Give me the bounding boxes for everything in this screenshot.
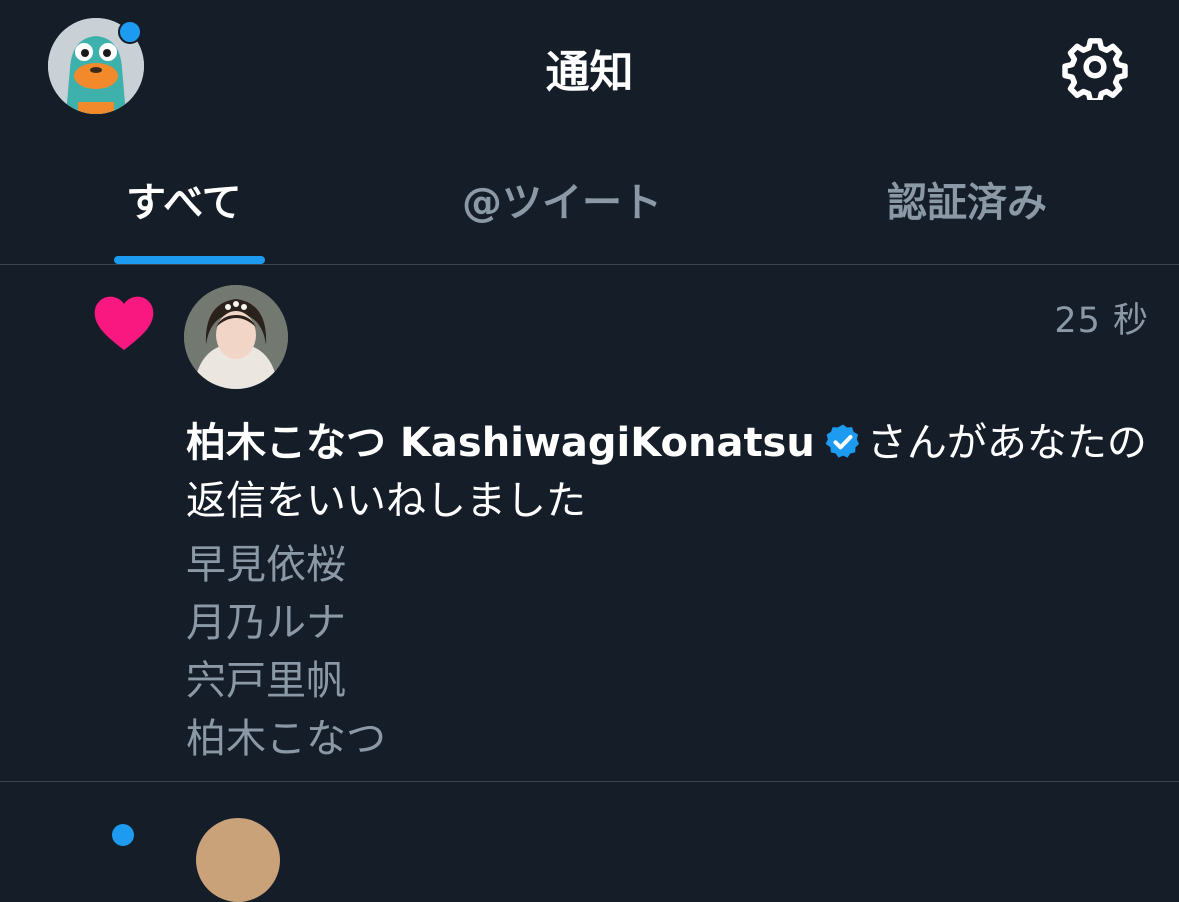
verified-badge-icon xyxy=(825,424,859,458)
app-header: 通知 xyxy=(0,0,1179,140)
liker-name: 柏木こなつ xyxy=(186,716,386,762)
timestamp: 25 秒 xyxy=(1054,301,1149,341)
unread-dot xyxy=(112,824,134,846)
page-title: 通知 xyxy=(545,47,634,98)
settings-button[interactable] xyxy=(1062,34,1128,104)
user-photo-icon xyxy=(184,285,288,389)
notification-text: 柏木こなつ KashiwagiKonatsu さんがあなたの返信をいいねしました xyxy=(186,414,1161,530)
tab-all[interactable]: すべて xyxy=(126,170,242,228)
user-avatar[interactable] xyxy=(184,285,288,389)
liker-name: 宍戸里帆 xyxy=(186,658,346,704)
liker-name: 早見依桜 xyxy=(186,542,346,588)
heart-icon xyxy=(94,296,154,350)
notification-tabs: すべて @ツイート 認証済み xyxy=(0,150,1179,264)
user-name-link[interactable]: 柏木こなつ KashiwagiKonatsu xyxy=(186,420,815,466)
tab-verified[interactable]: 認証済み xyxy=(887,170,1047,228)
liker-name: 月乃ルナ xyxy=(186,600,346,646)
likers-list: 早見依桜 月乃ルナ 宍戸里帆 柏木こなつ xyxy=(186,536,386,768)
gear-icon xyxy=(1062,38,1128,104)
tab-mentions[interactable]: @ツイート xyxy=(462,170,662,228)
notification-divider xyxy=(0,781,1179,782)
active-tab-indicator xyxy=(114,256,265,264)
